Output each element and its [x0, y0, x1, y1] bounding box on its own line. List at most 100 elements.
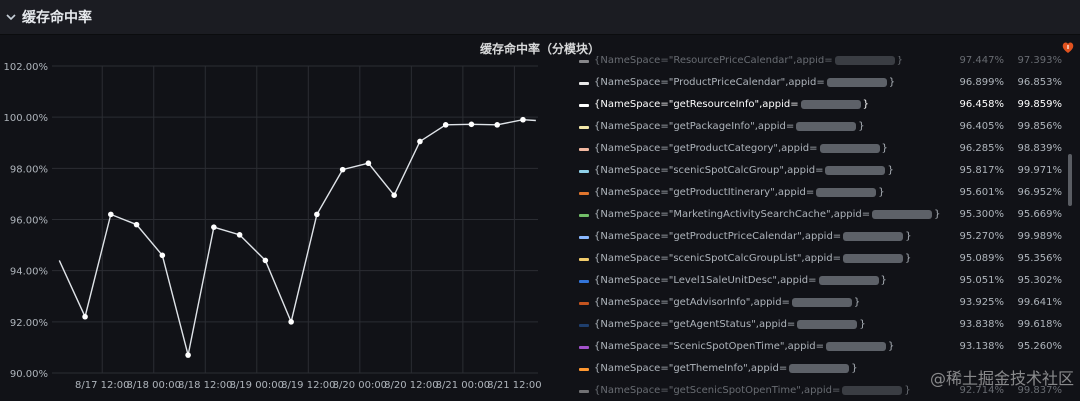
- legend-swatch: [579, 214, 589, 217]
- legend-swatch: [579, 390, 589, 393]
- legend-item[interactable]: {NameSpace="getProductItinerary",appid=}…: [572, 182, 1072, 204]
- legend-item[interactable]: {NameSpace="scenicSpotCalcGroup",appid=}…: [572, 160, 1072, 182]
- legend-label: {NameSpace="getScenicSpotOpenTime",appid…: [594, 380, 911, 401]
- legend-swatch: [579, 280, 589, 283]
- legend-label-close: }: [862, 99, 870, 110]
- legend-label-close: }: [904, 385, 911, 396]
- legend-label-text: {NameSpace="ScenicSpotOpenTime",appid=: [594, 341, 824, 352]
- y-tick-label: 100.00%: [4, 113, 49, 124]
- legend-label: {NameSpace="ScenicSpotOpenTime",appid=}: [594, 336, 894, 358]
- legend-item[interactable]: {NameSpace="ResourcePriceCalendar",appid…: [572, 56, 1072, 72]
- legend-label-text: {NameSpace="getProductItinerary",appid=: [594, 187, 815, 198]
- legend-item[interactable]: {NameSpace="ScenicSpotOpenTime",appid=} 9…: [572, 336, 1072, 358]
- legend-label-text: {NameSpace="scenicSpotCalcGroupList",app…: [594, 253, 841, 264]
- legend-swatch: [579, 82, 589, 85]
- legend-value-current: 96.952%: [1017, 187, 1063, 198]
- legend-item[interactable]: {NameSpace="getProductCategory",appid=} 9…: [572, 138, 1072, 160]
- legend-swatch: [579, 126, 589, 129]
- data-point[interactable]: [520, 116, 526, 123]
- legend-label-close: }: [858, 121, 865, 132]
- legend-value-avg: 95.817%: [959, 165, 1005, 176]
- legend-label-close: }: [878, 187, 885, 198]
- legend-label: {NameSpace="getThemeInfo",appid=}: [594, 358, 858, 380]
- legend-value-avg: 96.405%: [959, 121, 1005, 132]
- legend-value-avg: 93.925%: [959, 297, 1005, 308]
- data-point[interactable]: [339, 166, 346, 173]
- legend-item[interactable]: {NameSpace="getAgentStatus",appid=} 93.83…: [572, 314, 1072, 336]
- data-point[interactable]: [314, 211, 320, 218]
- watermark: @稀土掘金技术社区: [929, 369, 1074, 388]
- x-tick-label: 8/21 00:00: [436, 380, 490, 391]
- legend-item[interactable]: {NameSpace="getPackageInfo",appid=} 96.40…: [572, 116, 1072, 138]
- legend-item[interactable]: {NameSpace="getAdvisorInfo",appid=} 93.92…: [572, 292, 1072, 314]
- legend-scrollbar[interactable]: [1068, 154, 1072, 206]
- line-chart[interactable]: 102.00% 100.00% 98.00% 96.00% 94.00% 92.00% 90…: [0, 56, 565, 401]
- legend-label: {NameSpace="getResourceInfo",appid=}: [594, 94, 869, 116]
- data-point[interactable]: [288, 319, 294, 325]
- legend-value-current: 99.618%: [1017, 319, 1063, 330]
- data-point[interactable]: [82, 313, 88, 320]
- data-point[interactable]: [236, 232, 243, 238]
- alert-heart-icon[interactable]: [1062, 40, 1074, 54]
- legend-label-text: {NameSpace="getProductPriceCalendar",app…: [594, 231, 842, 242]
- data-point[interactable]: [262, 257, 269, 264]
- legend-label-close: }: [853, 297, 861, 308]
- legend-value-current: 95.302%: [1017, 275, 1063, 286]
- legend-value-avg: 95.051%: [959, 275, 1005, 286]
- panel-title[interactable]: 缓存命中率（分模块）: [0, 40, 1080, 57]
- legend-item[interactable]: {NameSpace="MarketingActivitySearchCache…: [572, 204, 1072, 226]
- row-header[interactable]: 缓存命中率: [0, 0, 1080, 35]
- legend-swatch: [579, 60, 589, 63]
- redacted-value: [825, 165, 886, 175]
- legend-item[interactable]: {NameSpace="getResourceInfo",appid=} 96.4…: [572, 94, 1072, 116]
- legend-swatch: [579, 192, 589, 195]
- legend-label: {NameSpace="MarketingActivitySearchCache…: [594, 204, 941, 226]
- legend-value-current: 99.971%: [1017, 165, 1063, 176]
- legend-label-text: {NameSpace="Level1SaleUnitDesc",appid=: [594, 275, 817, 286]
- y-tick-label: 94.00%: [10, 267, 48, 278]
- x-tick-label: 8/17 12:00: [75, 380, 129, 391]
- chevron-down-icon[interactable]: [6, 12, 16, 22]
- data-point[interactable]: [494, 122, 501, 128]
- data-point[interactable]: [417, 138, 423, 145]
- redacted-value: [796, 121, 857, 131]
- redacted-value: [791, 297, 852, 307]
- data-point[interactable]: [365, 160, 372, 167]
- legend-value-avg: 93.138%: [959, 341, 1005, 352]
- legend-item[interactable]: {NameSpace="ProductPriceCalendar",appid=…: [572, 72, 1072, 94]
- legend-label: {NameSpace="Level1SaleUnitDesc",appid=}: [594, 270, 887, 292]
- legend-label-close: }: [859, 319, 866, 330]
- redacted-value: [826, 77, 887, 87]
- legend-value-avg: 95.601%: [959, 187, 1005, 198]
- data-point[interactable]: [185, 352, 191, 358]
- legend-item[interactable]: {NameSpace="scenicSpotCalcGroupList",app…: [572, 248, 1072, 270]
- legend-label-close: }: [905, 231, 912, 242]
- redacted-value: [825, 341, 886, 351]
- legend-value-current: 99.989%: [1017, 231, 1063, 242]
- legend-label-text: {NameSpace="getAgentStatus",appid=: [594, 319, 796, 330]
- x-tick-label: 8/19 12:00: [281, 380, 335, 391]
- legend-label-close: }: [851, 363, 858, 374]
- legend-label-close: }: [934, 209, 941, 220]
- data-point[interactable]: [211, 224, 217, 230]
- legend-label-close: }: [888, 77, 896, 88]
- legend-item[interactable]: {NameSpace="getProductPriceCalendar",app…: [572, 226, 1072, 248]
- row-title: 缓存命中率: [22, 10, 92, 26]
- data-point[interactable]: [391, 192, 397, 198]
- data-point[interactable]: [468, 121, 475, 128]
- data-point[interactable]: [108, 211, 114, 218]
- legend-value-current: 99.859%: [1017, 99, 1063, 110]
- legend-label: {NameSpace="scenicSpotCalcGroupList",app…: [594, 248, 911, 270]
- y-tick-label: 96.00%: [10, 216, 48, 227]
- data-point[interactable]: [159, 252, 166, 259]
- legend-label-text: {NameSpace="getThemeInfo",appid=: [594, 363, 788, 374]
- legend-value-current: 99.856%: [1017, 121, 1063, 132]
- legend-item[interactable]: {NameSpace="Level1SaleUnitDesc",appid=} 9…: [572, 270, 1072, 292]
- y-tick-label: 102.00%: [4, 62, 49, 73]
- legend-value-avg: 96.899%: [959, 77, 1005, 88]
- y-tick-label: 98.00%: [10, 164, 48, 175]
- data-point[interactable]: [133, 221, 140, 228]
- legend-label: {NameSpace="ResourcePriceCalendar",appid…: [594, 56, 903, 72]
- y-tick-label: 92.00%: [10, 318, 48, 329]
- data-point[interactable]: [442, 122, 449, 128]
